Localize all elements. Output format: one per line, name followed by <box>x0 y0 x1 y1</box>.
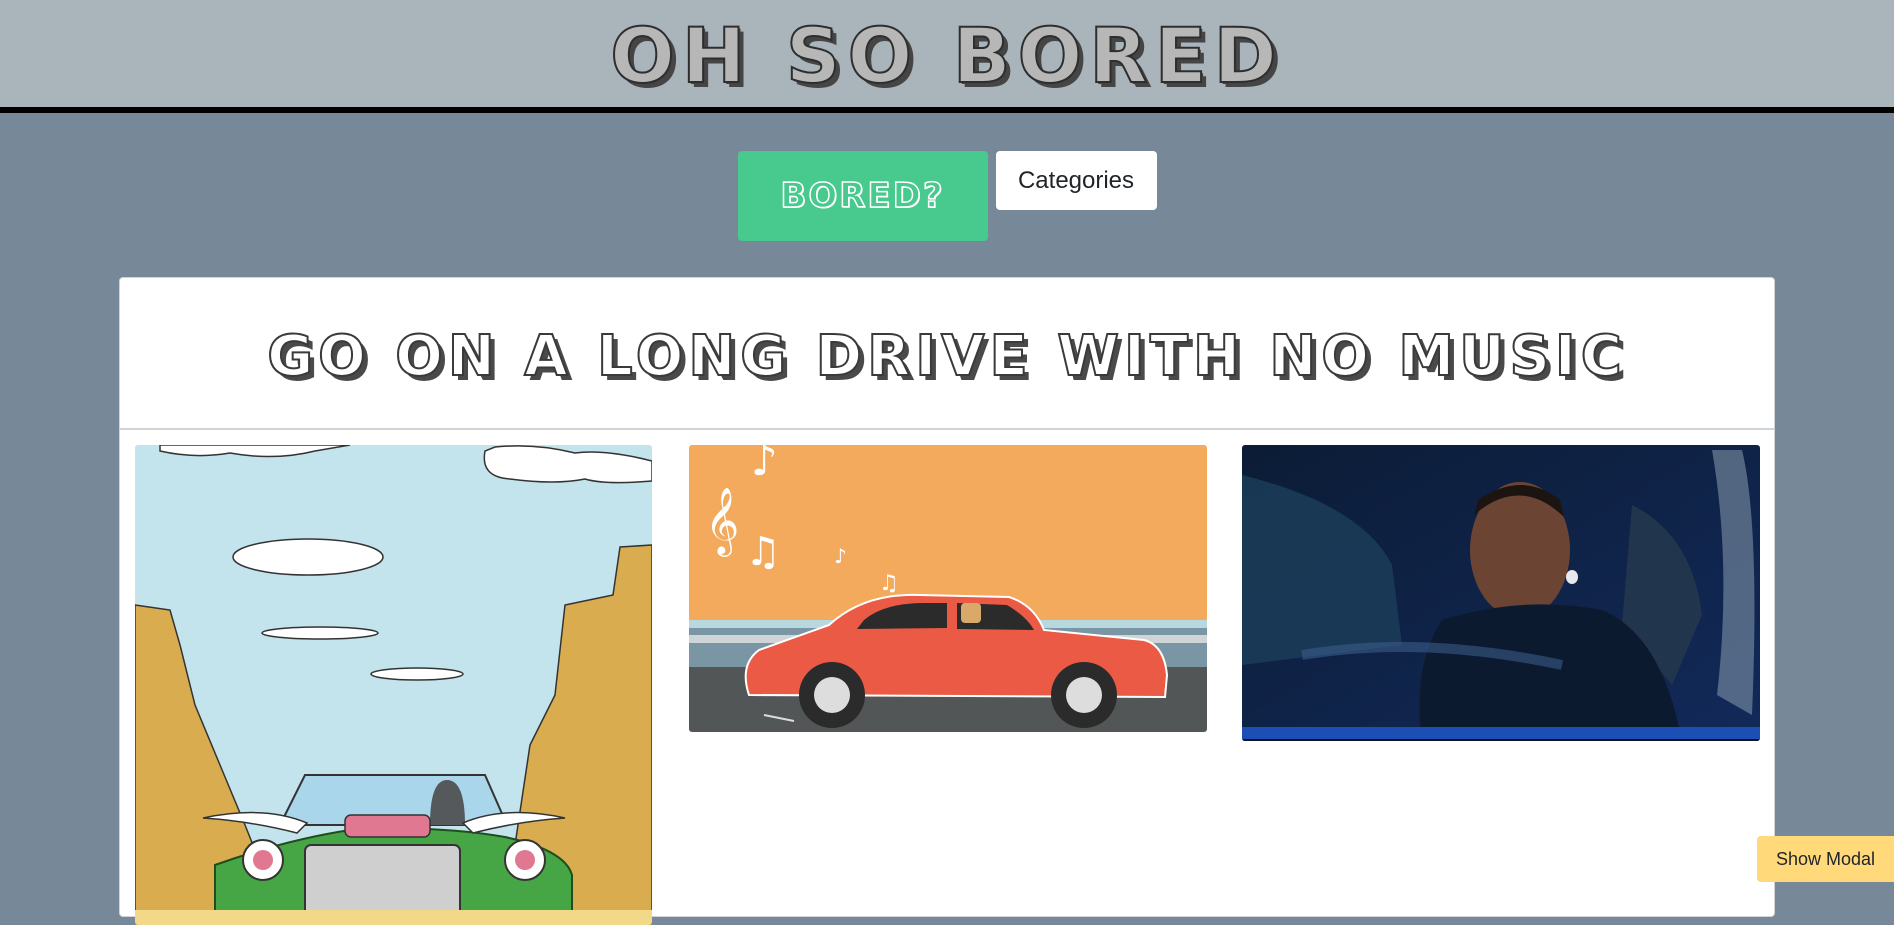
cartoon-desert-car-gif <box>135 445 652 925</box>
bored-button[interactable]: BORED? <box>737 151 988 241</box>
red-car-music-notes-gif: ♪ 𝄞 ♫ ♪ ♫ <box>689 445 1207 732</box>
categories-button[interactable]: Categories <box>995 151 1157 210</box>
activity-card: GO ON A LONG DRIVE WITH NO MUSIC ♪ 𝄞 ♫ ♪… <box>119 277 1775 925</box>
action-buttons: BORED? Categories <box>0 151 1894 241</box>
man-driving-car-gif <box>1242 445 1760 741</box>
activity-card-header: GO ON A LONG DRIVE WITH NO MUSIC <box>120 278 1774 430</box>
activity-title: GO ON A LONG DRIVE WITH NO MUSIC <box>266 323 1627 390</box>
site-header: OH SO BORED <box>0 0 1894 113</box>
show-modal-button[interactable]: Show Modal <box>1757 836 1894 882</box>
svg-text:♪: ♪ <box>834 544 847 568</box>
svg-text:♫: ♫ <box>745 529 781 575</box>
svg-text:♫: ♫ <box>879 571 899 596</box>
svg-text:𝄞: 𝄞 <box>705 486 739 557</box>
site-title: OH SO BORED <box>609 10 1284 101</box>
svg-text:♪: ♪ <box>751 445 778 485</box>
